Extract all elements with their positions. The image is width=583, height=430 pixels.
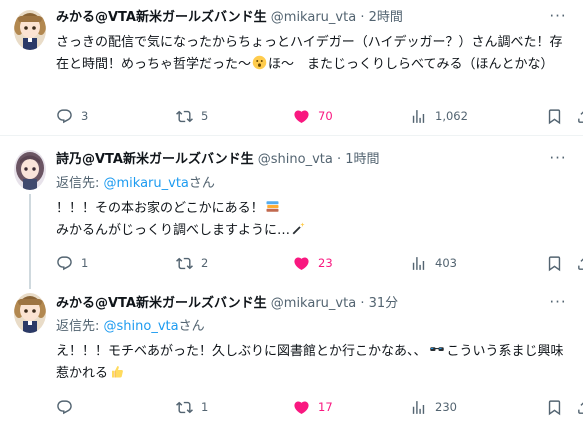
retweet-count: 5	[201, 109, 209, 123]
timestamp[interactable]: 31分	[369, 296, 399, 311]
views-icon	[410, 255, 427, 272]
tweet-text-part: みかるんがじっくり調べしますように…	[56, 223, 291, 238]
reply-button[interactable]	[56, 397, 81, 417]
heart-icon	[293, 255, 310, 272]
thumbs-up-emoji	[112, 366, 123, 378]
reply-button[interactable]: 3	[56, 106, 88, 126]
avatar[interactable]	[14, 10, 46, 50]
like-count: 23	[318, 256, 333, 270]
hushed-face-emoji	[252, 55, 267, 70]
bookmark-icon	[546, 108, 563, 125]
share-icon	[576, 399, 583, 416]
views-icon	[410, 399, 427, 416]
view-count: 403	[435, 256, 457, 270]
reply-suffix: さん	[188, 176, 215, 191]
views-button[interactable]: 403	[410, 253, 457, 273]
reply-label: 返信先:	[56, 176, 104, 191]
books-emoji	[266, 201, 279, 212]
separator-dot: ·	[337, 152, 342, 167]
user-handle[interactable]: @mikaru_vta	[271, 296, 356, 311]
user-handle[interactable]: @shino_vta	[258, 152, 333, 167]
share-icon	[576, 255, 583, 272]
reply-count: 1	[81, 256, 89, 270]
view-count: 230	[435, 400, 457, 414]
reply-context: 返信先: @shino_vtaさん	[56, 317, 205, 337]
separator-dot: ·	[360, 296, 365, 311]
like-button[interactable]: 70	[293, 106, 333, 126]
tweet-text-part: ！！！その本お家のどこかにある！	[56, 201, 264, 216]
tweet-text: ！！！その本お家のどこかにある！ みかるんがじっくり調べしますように…	[56, 198, 566, 242]
magic-wand-emoji	[292, 222, 305, 235]
action-bar: 1 17 230	[56, 397, 576, 417]
retweet-icon	[176, 108, 193, 125]
reply-mention-link[interactable]: @shino_vta	[104, 319, 179, 334]
share-button[interactable]	[576, 253, 583, 273]
tweet-text: え！！！モチベあがった！久しぶりに図書館とか行こかなあ、、 こういう系まじ興味惹か…	[56, 341, 566, 385]
tweet-header: みかる@VTA新米ガールズバンド生 @mikaru_vta · 2時間	[56, 8, 403, 28]
reply-suffix: さん	[178, 319, 205, 334]
display-name[interactable]: みかる@VTA新米ガールズバンド生	[56, 10, 267, 25]
tweet-header: みかる@VTA新米ガールズバンド生 @mikaru_vta · 31分	[56, 294, 398, 314]
more-options-icon[interactable]: ···	[549, 151, 567, 170]
view-count: 1,062	[435, 109, 468, 123]
share-icon	[576, 108, 583, 125]
retweet-icon	[176, 399, 193, 416]
share-button[interactable]	[576, 106, 583, 126]
retweet-icon	[176, 255, 193, 272]
retweet-button[interactable]: 2	[176, 253, 208, 273]
separator-dot: ·	[360, 10, 365, 25]
retweet-count: 2	[201, 256, 209, 270]
reply-icon	[56, 399, 73, 416]
tweet-text-part: ほ〜 またじっくりしらべてみる（ほんとかな）	[268, 57, 554, 72]
reply-count: 3	[81, 109, 89, 123]
avatar[interactable]	[14, 150, 46, 190]
retweet-count: 1	[201, 400, 209, 414]
thread-line	[29, 194, 31, 289]
bookmark-button[interactable]	[546, 397, 563, 417]
like-button[interactable]: 17	[293, 397, 333, 417]
tweet-mikaru-1[interactable]: みかる@VTA新米ガールズバンド生 @mikaru_vta · 2時間 ··· …	[0, 0, 583, 135]
reply-icon	[56, 255, 73, 272]
reply-mention-link[interactable]: @mikaru_vta	[104, 176, 189, 191]
reply-button[interactable]: 1	[56, 253, 88, 273]
display-name[interactable]: みかる@VTA新米ガールズバンド生	[56, 296, 267, 311]
user-handle[interactable]: @mikaru_vta	[271, 10, 356, 25]
share-button[interactable]	[576, 397, 583, 417]
bookmark-icon	[546, 255, 563, 272]
tweet-mikaru-reply[interactable]: みかる@VTA新米ガールズバンド生 @mikaru_vta · 31分 ··· …	[0, 287, 583, 430]
retweet-button[interactable]: 5	[176, 106, 208, 126]
sunglasses-emoji	[429, 347, 444, 351]
like-count: 17	[318, 400, 333, 414]
avatar[interactable]	[14, 293, 46, 333]
heart-icon	[293, 399, 310, 416]
more-options-icon[interactable]: ···	[549, 295, 567, 314]
heart-icon	[293, 108, 310, 125]
like-count: 70	[318, 109, 333, 123]
tweet-header: 詩乃@VTA新米ガールズバンド生 @shino_vta · 1時間	[56, 150, 380, 170]
bookmark-icon	[546, 399, 563, 416]
tweet-shino-reply[interactable]: 詩乃@VTA新米ガールズバンド生 @shino_vta · 1時間 ··· 返信…	[0, 136, 583, 289]
bookmark-button[interactable]	[546, 253, 563, 273]
action-bar: 3 5 70 1,062	[56, 106, 576, 126]
timestamp[interactable]: 1時間	[345, 152, 379, 167]
views-button[interactable]: 230	[410, 397, 457, 417]
retweet-button[interactable]: 1	[176, 397, 208, 417]
reply-icon	[56, 108, 73, 125]
reply-label: 返信先:	[56, 319, 104, 334]
views-button[interactable]: 1,062	[410, 106, 468, 126]
bookmark-button[interactable]	[546, 106, 563, 126]
timestamp[interactable]: 2時間	[369, 10, 403, 25]
like-button[interactable]: 23	[293, 253, 333, 273]
views-icon	[410, 108, 427, 125]
display-name[interactable]: 詩乃@VTA新米ガールズバンド生	[56, 152, 254, 167]
reply-context: 返信先: @mikaru_vtaさん	[56, 174, 215, 194]
tweet-text: さっきの配信で気になったからちょっとハイデガー（ハイデッガー？）さん調べた！存在…	[56, 32, 566, 76]
more-options-icon[interactable]: ···	[549, 9, 567, 28]
action-bar: 1 2 23 403	[56, 253, 576, 273]
tweet-text-part: え！！！モチベあがった！久しぶりに図書館とか行こかなあ、、	[56, 344, 427, 359]
